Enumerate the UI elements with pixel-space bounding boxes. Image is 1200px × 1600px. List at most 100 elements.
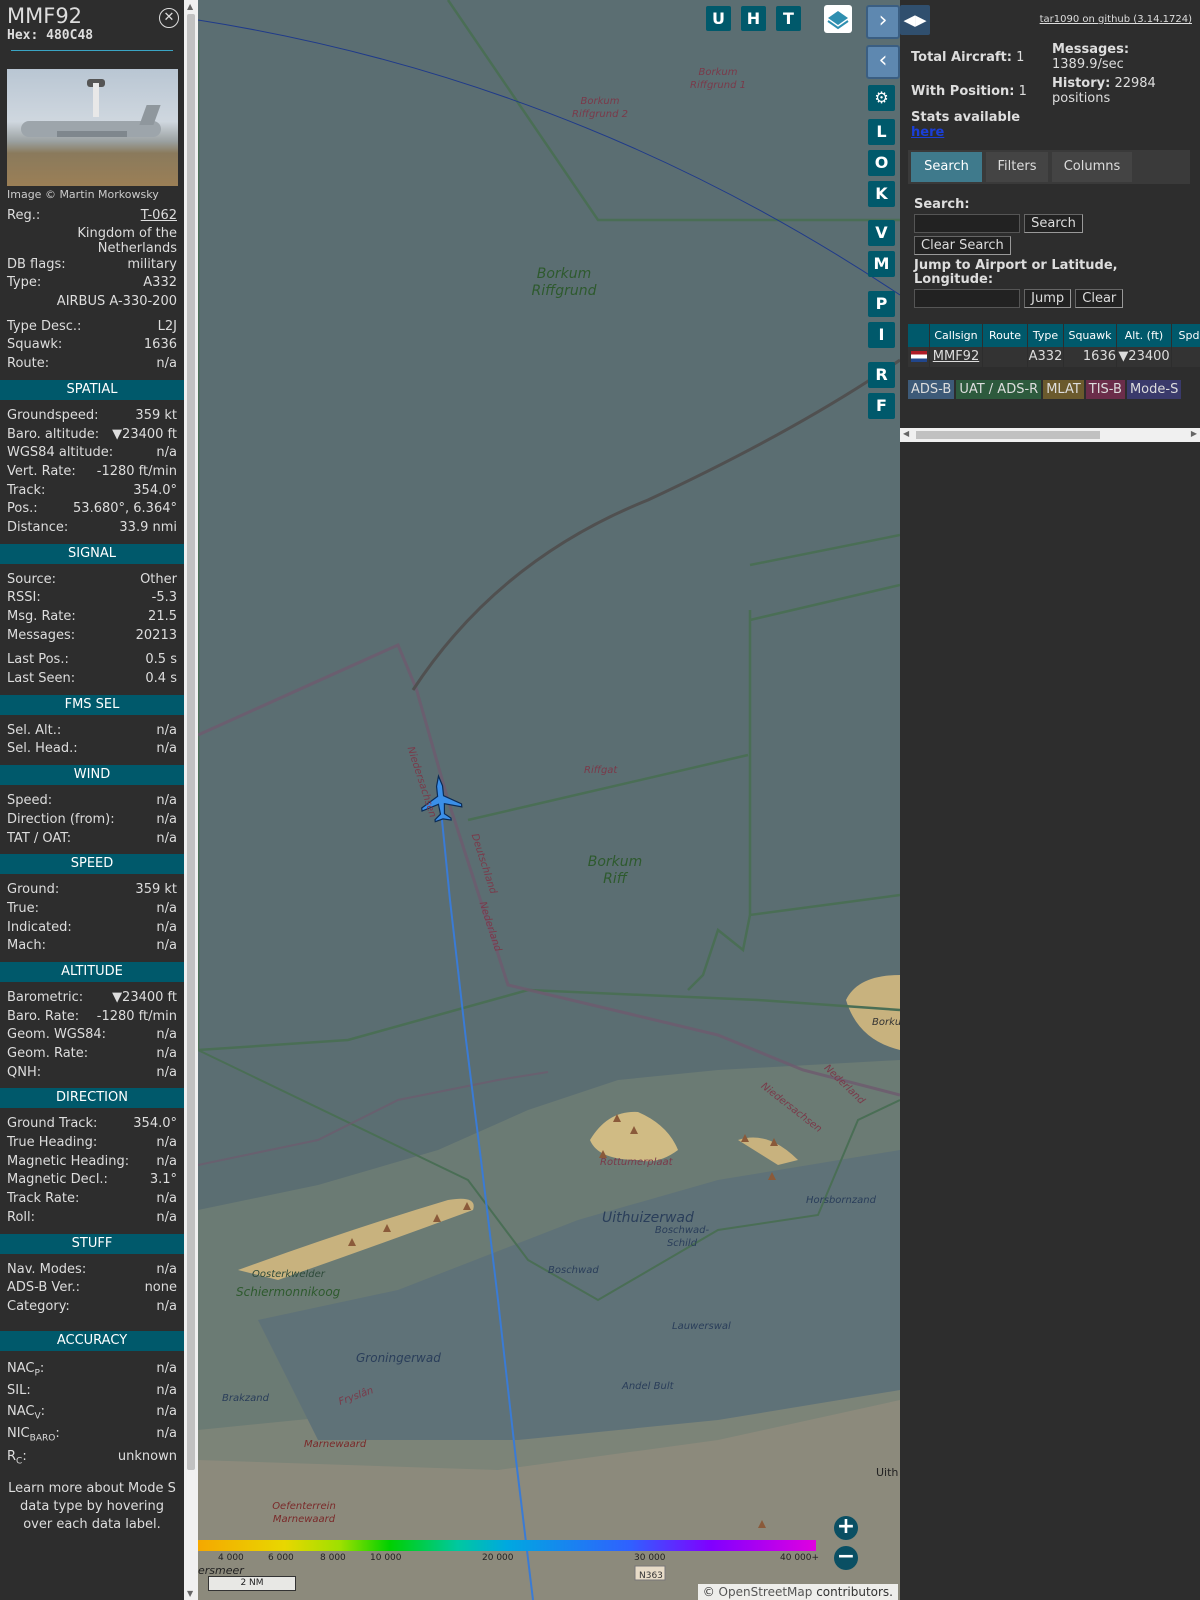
tab-columns[interactable]: Columns [1052, 152, 1132, 182]
map-label: Groningerwad [356, 1351, 441, 1365]
jump-input[interactable] [914, 289, 1020, 308]
row-value: 1636 [143, 337, 177, 353]
search-input[interactable] [914, 214, 1020, 233]
toggle-o-button[interactable]: O [868, 150, 895, 176]
expand-sidebar-button[interactable]: ◀▶ [900, 5, 930, 35]
table-header-speed[interactable]: Spd [1172, 324, 1200, 347]
zoom-out-button[interactable]: − [834, 1546, 858, 1570]
stats-link[interactable]: here [911, 125, 944, 140]
forward-button[interactable]: › [866, 5, 900, 39]
row-value: n/a [156, 1403, 177, 1419]
table-header-altitude[interactable]: Alt. (ft) [1117, 324, 1172, 347]
row-value: military [127, 256, 177, 272]
row-value: n/a [156, 811, 177, 827]
row-key: WGS84 altitude: [7, 445, 114, 461]
layers-button[interactable] [824, 5, 852, 33]
scroll-up-icon[interactable]: ▲ [187, 2, 193, 11]
row-value: Other [140, 571, 177, 587]
toggle-p-button[interactable]: P [868, 291, 895, 317]
table-header-route[interactable]: Route [983, 324, 1028, 347]
map-label: Rottumerplaat [600, 1157, 673, 1168]
info-row: ADS-B Ver.: none [0, 1279, 184, 1298]
row-key: NICBARO: [7, 1425, 60, 1444]
map-label: Schiermonnikoog [236, 1285, 341, 1299]
row-value: n/a [156, 1360, 177, 1376]
table-header-row: Callsign Route Type Squawk Alt. (ft) Spd [908, 324, 1200, 347]
info-row: Vert. Rate: -1280 ft/min [0, 463, 184, 482]
cell-callsign[interactable]: MMF92 [930, 347, 983, 367]
zoom-in-button[interactable]: + [834, 1516, 858, 1540]
scroll-right-icon[interactable]: ▶ [1191, 429, 1197, 438]
map-view[interactable]: Borkum Riffgrund 1 Borkum Riffgrund 2 Bo… [198, 0, 900, 1600]
aircraft-photo[interactable] [7, 69, 178, 186]
toggle-l-button[interactable]: L [868, 119, 895, 145]
info-row: Barometric: ▼23400 ft [0, 989, 184, 1008]
legend-ads-b[interactable]: ADS-B [908, 380, 955, 399]
toggle-r-button[interactable]: R [868, 362, 895, 388]
row-value: n/a [156, 1298, 177, 1314]
table-header-flag[interactable] [908, 324, 930, 347]
legend-mode-s[interactable]: Mode-S [1126, 380, 1182, 399]
toggle-v-button[interactable]: V [868, 220, 895, 246]
toggle-k-button[interactable]: K [868, 181, 895, 207]
row-key: Direction (from): [7, 811, 115, 827]
flag-icon [908, 347, 930, 367]
info-row: Type Desc.: L2J [0, 318, 184, 337]
settings-button[interactable]: ⚙ [868, 85, 895, 111]
search-button[interactable]: Search [1024, 214, 1083, 233]
row-value: -1280 ft/min [96, 463, 177, 479]
row-key: Reg.: [7, 208, 41, 223]
info-panel-scrollbar[interactable]: ▲ ▼ [184, 0, 198, 1600]
row-key: Category: [7, 1298, 70, 1314]
chevron-left-icon: ‹ [878, 48, 888, 73]
toggle-h-button[interactable]: H [741, 6, 766, 31]
toggle-u-button[interactable]: U [706, 6, 731, 31]
table-header-type[interactable]: Type [1028, 324, 1064, 347]
scroll-down-icon[interactable]: ▼ [187, 1589, 193, 1598]
row-key: SIL: [7, 1382, 31, 1398]
legend-mlat[interactable]: MLAT [1043, 380, 1084, 399]
row-value: n/a [156, 741, 177, 757]
with-position-stat: With Position: 1 [911, 84, 1027, 99]
clear-button[interactable]: Clear [1075, 289, 1124, 308]
source-legend: ADS-B UAT / ADS-R MLAT TIS-B Mode-S [908, 380, 1198, 403]
toggle-i-button[interactable]: I [868, 322, 895, 348]
info-header: MMF92 Hex: 480C48 ✕ [0, 0, 184, 51]
row-value: n/a [156, 793, 177, 809]
registration-link[interactable]: T-062 [141, 207, 177, 226]
info-row: Baro. Rate: -1280 ft/min [0, 1008, 184, 1027]
section-header-spatial: SPATIAL [0, 379, 184, 400]
search-label: Search: [914, 197, 970, 212]
selected-callsign: MMF92 [7, 4, 83, 28]
info-row: RC: unknown [0, 1445, 184, 1468]
table-horizontal-scrollbar[interactable]: ◀ ▶ [900, 428, 1200, 442]
legend-uat-ads-r[interactable]: UAT / ADS-R [956, 380, 1042, 399]
map-background [198, 0, 900, 1600]
tab-filters[interactable]: Filters [986, 152, 1048, 182]
close-icon[interactable]: ✕ [159, 8, 179, 28]
github-link[interactable]: tar1090 on github (3.14.1724) [1040, 14, 1192, 25]
clear-search-button[interactable]: Clear Search [914, 236, 1011, 255]
scrollbar-thumb[interactable] [916, 431, 1100, 439]
scrollbar-thumb[interactable] [187, 14, 195, 1470]
row-value: n/a [156, 938, 177, 954]
toggle-f-button[interactable]: F [868, 393, 895, 419]
row-key: NACP: [7, 1360, 45, 1379]
row-key: Mach: [7, 938, 46, 954]
osm-link[interactable]: OpenStreetMap [719, 1585, 813, 1599]
back-button[interactable]: ‹ [866, 45, 900, 79]
tab-search[interactable]: Search [911, 152, 982, 182]
table-header-callsign[interactable]: Callsign [930, 324, 983, 347]
info-row: Ground: 359 kt [0, 881, 184, 900]
table-header-squawk[interactable]: Squawk [1064, 324, 1117, 347]
table-row[interactable]: MMF92 A332 1636 ▼23400 [908, 347, 1200, 367]
map-label: Oefenterrein Marnewaard [272, 1501, 336, 1525]
altitude-tick: 8 000 [320, 1553, 346, 1563]
section-header-wind: WIND [0, 765, 184, 786]
toggle-m-button[interactable]: M [868, 251, 895, 277]
scroll-left-icon[interactable]: ◀ [903, 429, 909, 438]
jump-button[interactable]: Jump [1024, 289, 1072, 308]
legend-tis-b[interactable]: TIS-B [1085, 380, 1125, 399]
toggle-t-button[interactable]: T [776, 6, 801, 31]
row-value: n/a [156, 1153, 177, 1169]
